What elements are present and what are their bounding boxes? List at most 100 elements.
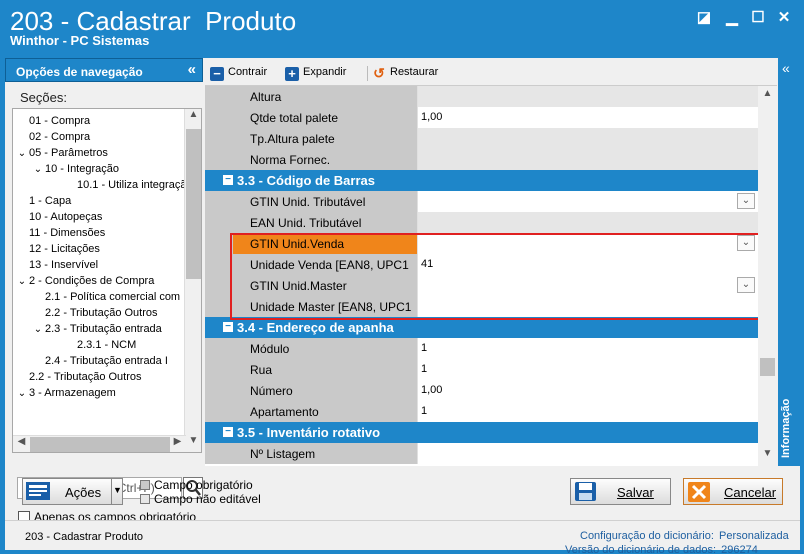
- field-value-input[interactable]: 1,00: [418, 380, 758, 401]
- field-value-input[interactable]: [418, 86, 758, 107]
- field-label: Módulo: [233, 338, 418, 359]
- tree-item[interactable]: ⌄ 2.3 - Tributação entrada: [31, 321, 162, 337]
- save-button[interactable]: Salvar: [570, 478, 671, 505]
- tree-item[interactable]: 12 - Licitações: [15, 241, 100, 257]
- title-bar: 203 - Cadastrar Produto Winthor - PC Sis…: [0, 0, 804, 50]
- restore-button[interactable]: ↺ Restaurar: [367, 66, 438, 81]
- field-label: Norma Fornec.: [233, 149, 418, 170]
- field-value-input[interactable]: 1: [418, 338, 758, 359]
- info-panel[interactable]: « Informação: [778, 58, 800, 466]
- scroll-thumb[interactable]: [186, 129, 201, 279]
- tree-item-label: 12 - Licitações: [29, 243, 100, 255]
- section-inventory[interactable]: −3.5 - Inventário rotativo: [205, 422, 758, 443]
- dict-config-value[interactable]: Personalizada: [719, 530, 789, 542]
- collapse-button[interactable]: − Contrair: [210, 66, 267, 81]
- maximize-button[interactable]: ☐: [748, 8, 768, 28]
- grid-scroll-down-icon[interactable]: ▼: [758, 448, 777, 465]
- tree-item[interactable]: 2.2 - Tributação Outros: [31, 305, 158, 321]
- scroll-left-icon[interactable]: ◀: [13, 436, 30, 452]
- h-scroll-thumb[interactable]: [30, 437, 170, 452]
- collapse-section-icon[interactable]: −: [223, 427, 233, 437]
- field-label: Tp.Altura palete: [233, 128, 418, 149]
- chevron-down-icon[interactable]: ⌄: [15, 146, 29, 162]
- tree-item[interactable]: 02 - Compra: [15, 129, 90, 145]
- dropdown-arrow-icon[interactable]: ▼: [111, 479, 123, 504]
- row-indent: [205, 338, 233, 359]
- tree-item[interactable]: ⌄ 2 - Condições de Compra: [15, 273, 155, 290]
- close-button[interactable]: ✕: [774, 8, 794, 28]
- field-value: 1: [421, 405, 428, 417]
- field-label: Altura: [233, 86, 418, 107]
- info-panel-label: Informação: [780, 398, 792, 458]
- chevron-down-icon[interactable]: ⌄: [15, 386, 29, 402]
- tree-item[interactable]: 13 - Inservível: [15, 257, 98, 273]
- field-value: 1,00: [421, 111, 443, 123]
- nav-header-label: Opções de navegação: [16, 65, 143, 79]
- minimize-button[interactable]: ▁: [722, 8, 742, 28]
- field-label: Número: [233, 380, 418, 401]
- tree-item[interactable]: 01 - Compra: [15, 113, 90, 129]
- chevron-down-icon[interactable]: ⌄: [31, 162, 45, 178]
- tree-vertical-scrollbar[interactable]: ▲ ▼: [184, 109, 201, 452]
- field-value-input[interactable]: [418, 443, 758, 464]
- plus-icon: +: [285, 67, 299, 81]
- field-value-input[interactable]: 1: [418, 401, 758, 422]
- status-bar: 203 - Cadastrar Produto Configuração do …: [5, 520, 800, 554]
- collapse-label: Contrair: [228, 66, 268, 78]
- row-indent: [205, 275, 233, 296]
- tree-item[interactable]: 2.4 - Tributação entrada I: [31, 353, 168, 369]
- tree-item[interactable]: 10 - Autopeças: [15, 209, 102, 225]
- tree-item-label: 10 - Integração: [45, 163, 119, 175]
- field-value-input[interactable]: 1: [418, 359, 758, 380]
- chevron-down-icon[interactable]: ⌄: [31, 322, 45, 338]
- tree-item-label: 01 - Compra: [29, 115, 91, 127]
- tree-item-label: 2 - Condições de Compra: [29, 275, 155, 287]
- field-label: Nº Listagem: [233, 443, 418, 464]
- sections-label: Seções:: [20, 90, 67, 105]
- tree-item-label: 10 - Autopeças: [29, 211, 103, 223]
- window-subtitle: Winthor - PC Sistemas: [10, 33, 150, 48]
- expand-info-icon[interactable]: «: [782, 60, 790, 76]
- tree-item[interactable]: 10.1 - Utiliza integração: [63, 177, 193, 193]
- row-indent: [205, 401, 233, 422]
- grid-scroll-up-icon[interactable]: ▲: [758, 88, 777, 105]
- field-value-input[interactable]: 1,00: [418, 107, 758, 128]
- section-address[interactable]: −3.4 - Endereço de apanha: [205, 317, 758, 338]
- scroll-up-icon[interactable]: ▲: [185, 109, 201, 126]
- tree-horizontal-scrollbar[interactable]: ◀ ▶: [13, 435, 186, 452]
- cancel-button[interactable]: Cancelar: [683, 478, 783, 505]
- expand-button[interactable]: + Expandir: [285, 66, 346, 81]
- field-value-input[interactable]: [418, 149, 758, 170]
- collapse-section-icon[interactable]: −: [223, 175, 233, 185]
- tree-item[interactable]: 2.3.1 - NCM: [63, 337, 136, 353]
- field-value-input[interactable]: [418, 212, 758, 233]
- tree-item[interactable]: 11 - Dimensões: [15, 225, 105, 241]
- tree-item[interactable]: 2.2 - Tributação Outros: [15, 369, 142, 385]
- actions-button[interactable]: Ações ▼: [22, 478, 123, 505]
- scroll-right-icon[interactable]: ▶: [169, 436, 186, 452]
- grid-row: Módulo 1: [205, 338, 758, 359]
- field-value-input[interactable]: ⌄: [418, 191, 758, 212]
- field-value-input[interactable]: [418, 128, 758, 149]
- actions-icon: [26, 482, 50, 500]
- section-barcodes[interactable]: −3.3 - Código de Barras: [205, 170, 758, 191]
- pin-icon[interactable]: ◪: [694, 8, 714, 28]
- tree-item[interactable]: 2.1 - Política comercial com: [31, 289, 180, 305]
- tree-item[interactable]: ⌄ 10 - Integração: [31, 161, 119, 177]
- dropdown-chevron-icon[interactable]: ⌄: [737, 193, 755, 209]
- field-label: Qtde total palete: [233, 107, 418, 128]
- sections-tree[interactable]: ⌄ 3 - Armazenagem 2.2 - Tributação Outros 2…: [12, 108, 202, 453]
- tree-item[interactable]: ⌄ 05 - Parâmetros: [15, 145, 108, 161]
- scroll-down-icon[interactable]: ▼: [185, 435, 201, 452]
- tree-item[interactable]: 1 - Capa: [15, 193, 71, 209]
- collapse-panel-icon[interactable]: «: [188, 61, 196, 78]
- chevron-down-icon[interactable]: ⌄: [15, 274, 29, 290]
- grid-scroll-thumb[interactable]: [760, 358, 775, 376]
- dict-version: Versão do dicionário de dados: 296274: [565, 544, 758, 554]
- row-indent: [205, 212, 233, 233]
- grid-vertical-scrollbar[interactable]: ▲ ▼: [758, 86, 777, 466]
- tree-item[interactable]: ⌄ 3 - Armazenagem: [15, 385, 116, 401]
- dict-config-label: Configuração do dicionário:: [580, 530, 714, 542]
- collapse-section-icon[interactable]: −: [223, 322, 233, 332]
- row-indent: [205, 149, 233, 170]
